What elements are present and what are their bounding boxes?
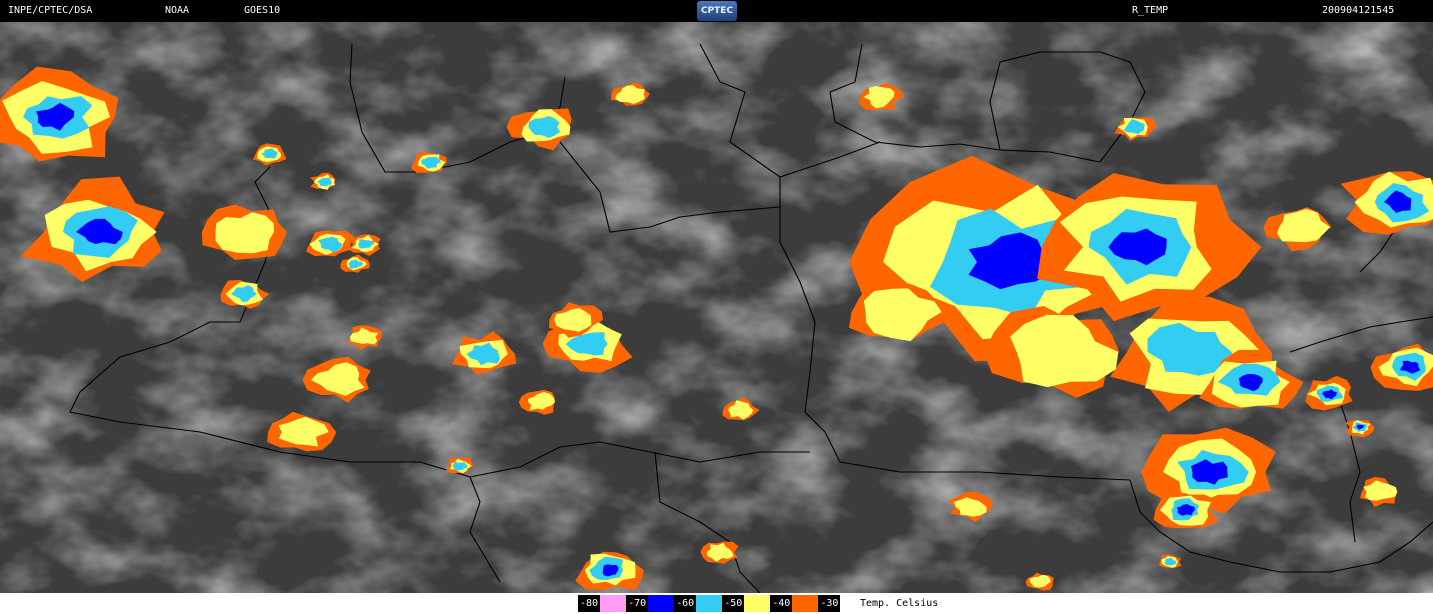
legend-strip: -80 -70 -60 -50 -40 -30 — [578, 595, 841, 612]
legend-label: -30 — [818, 595, 841, 612]
cloud-cell-level-2 — [215, 212, 274, 254]
temperature-legend: -80 -70 -60 -50 -40 -30 Temp. Celsius — [0, 593, 1433, 614]
legend-label: -70 — [626, 595, 649, 612]
timestamp-label: 200904121545 — [1322, 5, 1395, 16]
legend-swatch — [792, 595, 819, 612]
legend-swatch — [648, 595, 675, 612]
product-label: R_TEMP — [1132, 5, 1169, 16]
satellite-image — [0, 22, 1433, 593]
legend-swatch — [744, 595, 771, 612]
legend-label: -60 — [674, 595, 697, 612]
legend-swatch — [600, 595, 627, 612]
legend-label: -50 — [722, 595, 745, 612]
source-label: INPE/CPTEC/DSA — [8, 5, 93, 16]
legend-label: -40 — [770, 595, 793, 612]
legend-swatch — [696, 595, 723, 612]
legend-caption: Temp. Celsius — [860, 598, 939, 609]
header-bar: INPE/CPTEC/DSA NOAA GOES10 CPTEC R_TEMP … — [0, 0, 1433, 22]
satellite-label: GOES10 — [244, 5, 281, 16]
legend-label: -80 — [578, 595, 601, 612]
cptec-logo: CPTEC — [697, 1, 737, 21]
agency-label: NOAA — [165, 5, 190, 16]
